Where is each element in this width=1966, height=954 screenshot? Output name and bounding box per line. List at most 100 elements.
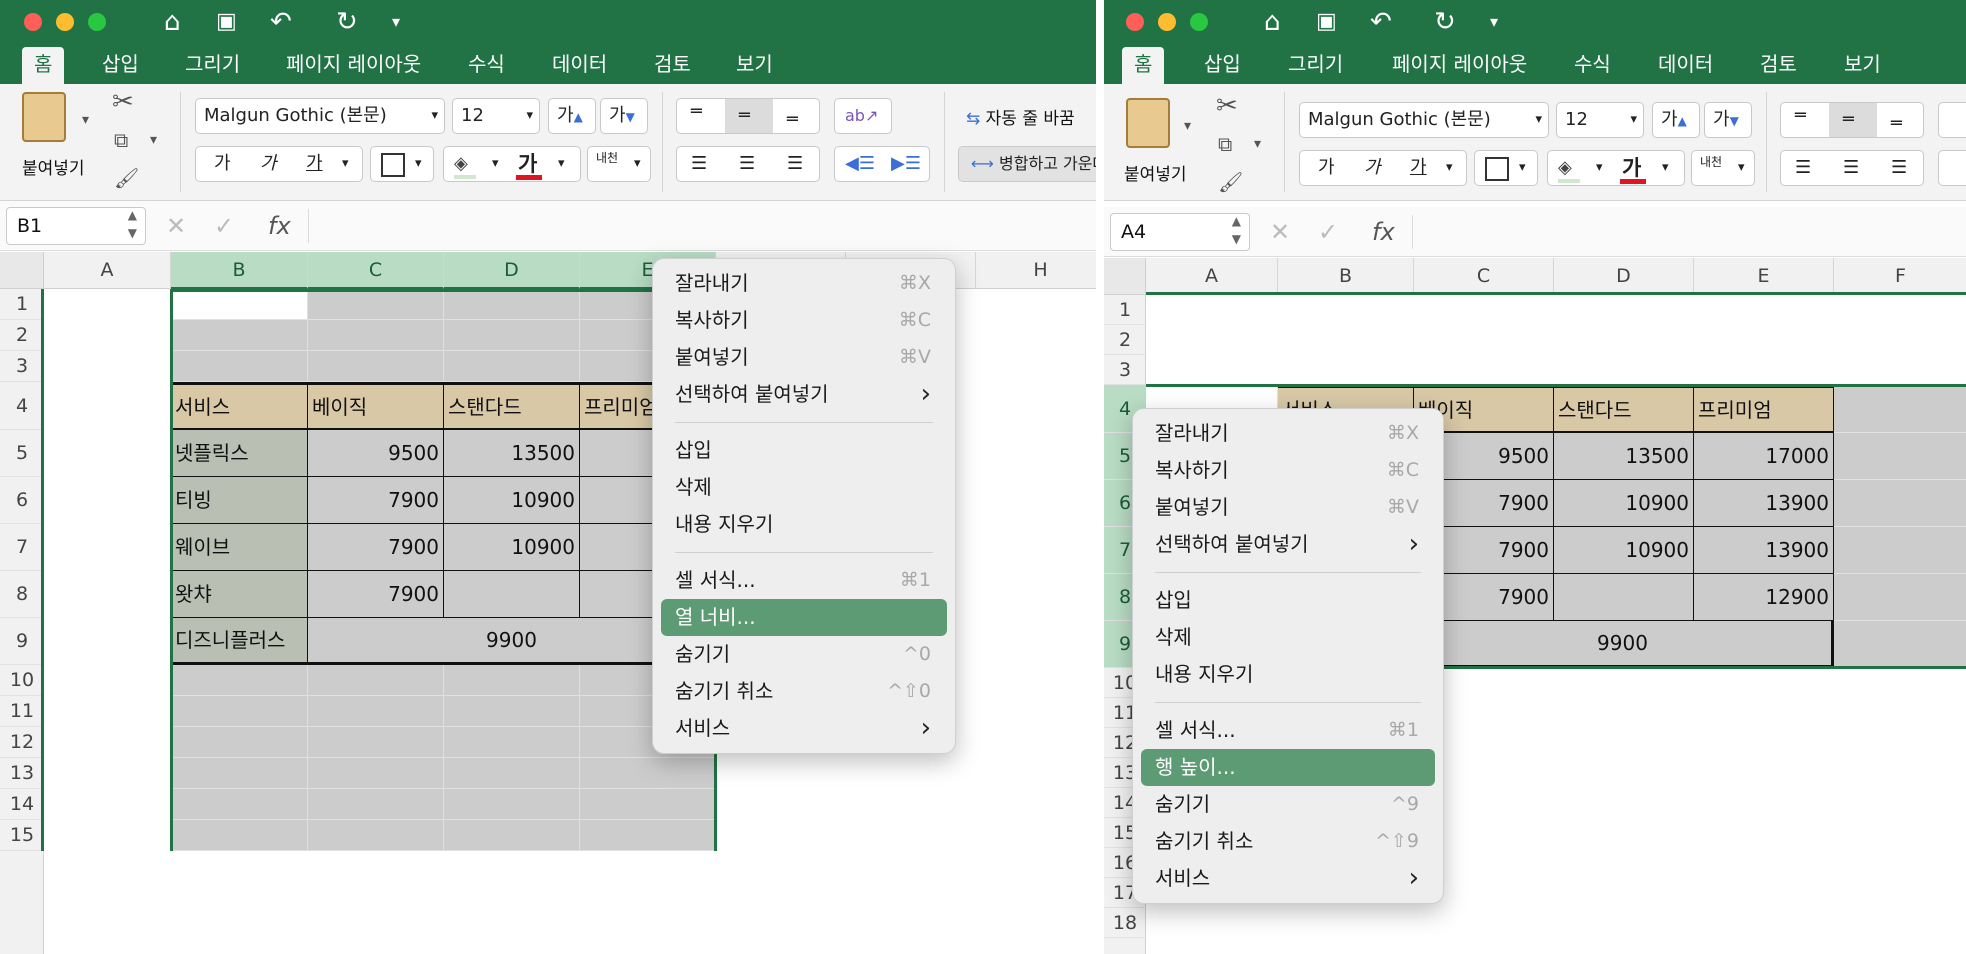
home-icon[interactable]: ⌂ [1264,6,1281,38]
tab-page-layout[interactable]: 페이지 레이아웃 [274,47,433,84]
menu-item[interactable]: 복사하기 ⌘C [1141,452,1435,489]
menu-item[interactable]: 복사하기 ⌘C [661,302,947,339]
menu-item[interactable]: 서비스 › [1141,860,1435,897]
tab-data[interactable]: 데이터 [1646,47,1725,84]
underline-button[interactable]: 가 [1410,151,1427,185]
row-header[interactable]: 10 [0,665,44,696]
row-header[interactable]: 5 [0,430,44,477]
row-header[interactable]: 7 [0,524,44,571]
enter-icon[interactable]: ✓ [1318,213,1338,251]
align-bottom-icon[interactable]: ═ [1891,107,1902,137]
align-bottom-icon[interactable]: ═ [787,103,798,133]
column-header[interactable]: H [976,252,1096,289]
menu-item[interactable]: 내용 지우기 [1141,656,1435,693]
tab-formulas[interactable]: 수식 [456,47,517,84]
shrink-font-button[interactable]: 가▼ [600,98,648,134]
chevron-down-icon[interactable]: ▾ [558,147,565,181]
column-header[interactable]: D [444,252,580,289]
zoom-window-button[interactable] [1190,13,1208,31]
chevron-down-icon[interactable]: ▾ [150,126,157,154]
tab-view[interactable]: 보기 [1832,47,1893,84]
align-left-icon[interactable]: ☰ [1795,151,1811,185]
grow-font-button[interactable]: 가▲ [548,98,596,134]
cancel-icon[interactable]: ✕ [166,207,186,245]
redo-icon[interactable]: ↻ [1434,6,1456,38]
minimize-window-button[interactable] [56,13,74,31]
column-header[interactable]: E [1694,258,1834,295]
row-header[interactable]: 3 [0,351,44,382]
customize-icon[interactable]: ▾ [392,6,400,38]
row-header[interactable]: 12 [0,727,44,758]
indent-group[interactable] [1938,150,1966,186]
bold-button[interactable]: 가 [1318,151,1335,185]
column-header[interactable]: A [44,252,171,289]
chevron-down-icon[interactable]: ▾ [82,106,89,134]
menu-item[interactable]: 삽입 [661,432,947,469]
menu-item[interactable]: 붙여넣기 ⌘V [661,339,947,376]
chevron-down-icon[interactable]: ▾ [1184,112,1191,140]
paste-icon[interactable] [1126,98,1170,148]
name-box[interactable]: B1 ▲ ▼ [6,207,146,245]
chevron-down-icon[interactable]: ▾ [1446,151,1453,185]
grow-font-button[interactable]: 가▲ [1652,102,1700,138]
chevron-down-icon[interactable]: ▾ [492,147,499,181]
menu-item[interactable]: 열 너비... [661,599,947,636]
align-right-icon[interactable]: ☰ [1891,151,1907,185]
redo-icon[interactable]: ↻ [336,6,358,38]
row-header[interactable]: 13 [0,758,44,789]
paste-icon[interactable] [22,92,66,142]
menu-item[interactable]: 선택하여 붙여넣기 › [1141,526,1435,563]
tab-data[interactable]: 데이터 [540,47,619,84]
cancel-icon[interactable]: ✕ [1270,213,1290,251]
cut-icon[interactable]: ✂ [1216,92,1238,120]
column-header[interactable]: A [1146,258,1278,295]
minimize-window-button[interactable] [1158,13,1176,31]
column-header[interactable]: C [308,252,444,289]
align-right-icon[interactable]: ☰ [787,147,803,181]
row-header[interactable]: 8 [0,571,44,618]
row-header[interactable]: 2 [1104,325,1146,355]
tab-review[interactable]: 검토 [642,47,703,84]
menu-item[interactable]: 숨기기 취소 ^⇧9 [1141,823,1435,860]
customize-icon[interactable]: ▾ [1490,6,1498,38]
column-header[interactable]: D [1554,258,1694,295]
decrease-indent-icon[interactable]: ◀☰ [845,147,875,181]
menu-item[interactable]: 잘라내기 ⌘X [1141,415,1435,452]
row-header[interactable]: 3 [1104,355,1146,385]
row-header[interactable]: 11 [0,696,44,727]
menu-item[interactable]: 행 높이... [1141,749,1435,786]
tab-draw[interactable]: 그리기 [1276,47,1355,84]
font-size-select[interactable]: 12 ▾ [452,98,540,134]
tab-review[interactable]: 검토 [1748,47,1809,84]
underline-button[interactable]: 가 [306,147,323,181]
menu-item[interactable]: 잘라내기 ⌘X [661,265,947,302]
font-name-select[interactable]: Malgun Gothic (본문) ▾ [1299,102,1549,138]
borders-button[interactable]: ▾ [1474,150,1538,186]
row-header[interactable]: 1 [0,289,44,320]
chevron-down-icon[interactable]: ▾ [1254,130,1261,158]
font-name-select[interactable]: Malgun Gothic (본문) ▾ [195,98,445,134]
column-header[interactable]: B [171,252,308,289]
align-left-icon[interactable]: ☰ [691,147,707,181]
insert-function-icon[interactable]: fx [1372,213,1395,251]
copy-icon[interactable]: ⧉ [1218,130,1232,158]
select-all-button[interactable] [1104,258,1146,295]
wrap-text-button[interactable]: ⇆ 자동 줄 바꿈 [966,104,1075,129]
save-icon[interactable]: ▣ [216,6,237,38]
menu-item[interactable]: 숨기기 ^0 [661,636,947,673]
tab-page-layout[interactable]: 페이지 레이아웃 [1380,47,1539,84]
menu-item[interactable]: 숨기기 취소 ^⇧0 [661,673,947,710]
format-painter-icon[interactable]: 🖌 [1218,168,1243,196]
chevron-down-icon[interactable]: ▾ [1596,151,1603,185]
tab-insert[interactable]: 삽입 [90,47,151,84]
copy-icon[interactable]: ⧉ [114,126,128,154]
insert-function-icon[interactable]: fx [268,207,291,245]
column-header[interactable]: C [1414,258,1554,295]
menu-item[interactable]: 삽입 [1141,582,1435,619]
row-header[interactable]: 2 [0,320,44,351]
zoom-window-button[interactable] [88,13,106,31]
paste-label[interactable]: 붙여넣기 [22,154,85,179]
phonetic-button[interactable]: 내천 ▾ [587,146,651,182]
bold-button[interactable]: 가 [214,147,231,181]
increase-indent-icon[interactable]: ▶☰ [891,147,921,181]
